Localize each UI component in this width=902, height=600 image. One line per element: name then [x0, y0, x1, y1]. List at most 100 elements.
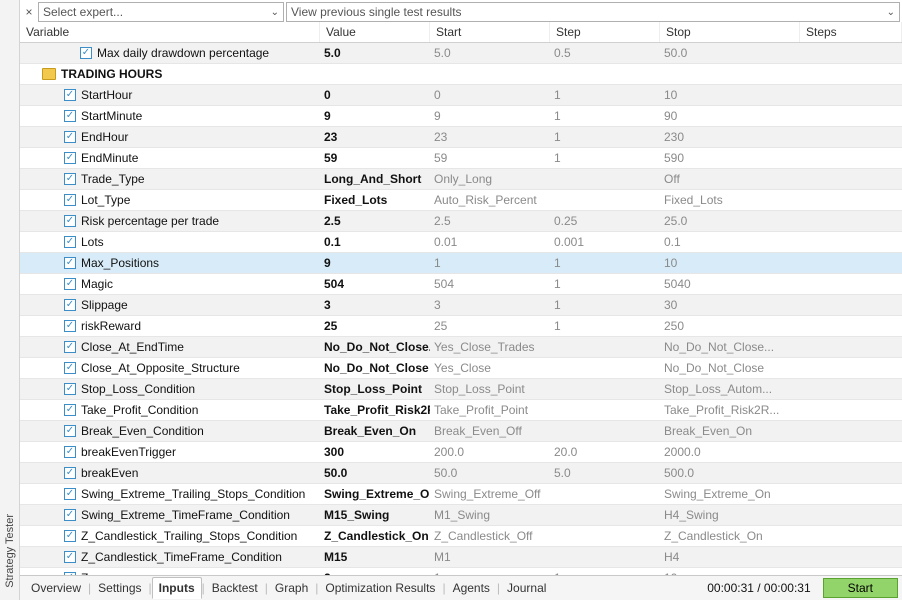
- checkbox[interactable]: ✓: [64, 194, 76, 206]
- tab-settings[interactable]: Settings: [91, 577, 148, 599]
- stop-cell[interactable]: Swing_Extreme_On: [660, 484, 800, 504]
- variable-cell[interactable]: ✓Max daily drawdown percentage: [20, 43, 320, 63]
- table-row[interactable]: ✓EndMinute59591590: [20, 148, 902, 169]
- variable-cell[interactable]: ✓EndHour: [20, 127, 320, 147]
- variable-cell[interactable]: ✓Break_Even_Condition: [20, 421, 320, 441]
- grid-body[interactable]: ✓Max daily drawdown percentage5.05.00.55…: [20, 43, 902, 575]
- value-cell[interactable]: 25: [320, 316, 430, 336]
- step-cell[interactable]: 0.5: [550, 43, 660, 63]
- start-cell[interactable]: 1: [430, 568, 550, 575]
- checkbox[interactable]: ✓: [64, 467, 76, 479]
- table-row[interactable]: ✓Z21110: [20, 568, 902, 575]
- start-cell[interactable]: 9: [430, 106, 550, 126]
- table-row[interactable]: ✓riskReward25251250: [20, 316, 902, 337]
- tab-overview[interactable]: Overview: [24, 577, 88, 599]
- stop-cell[interactable]: Stop_Loss_Autom...: [660, 379, 800, 399]
- start-cell[interactable]: 50.0: [430, 463, 550, 483]
- step-cell[interactable]: [550, 526, 660, 546]
- stop-cell[interactable]: H4: [660, 547, 800, 567]
- step-cell[interactable]: 1: [550, 127, 660, 147]
- step-cell[interactable]: 5.0: [550, 463, 660, 483]
- stop-cell[interactable]: 10: [660, 253, 800, 273]
- table-row[interactable]: ✓breakEven50.050.05.0500.0: [20, 463, 902, 484]
- stop-cell[interactable]: Take_Profit_Risk2R...: [660, 400, 800, 420]
- value-cell[interactable]: Break_Even_On: [320, 421, 430, 441]
- table-row[interactable]: TRADING HOURS: [20, 64, 902, 85]
- stop-cell[interactable]: 5040: [660, 274, 800, 294]
- table-row[interactable]: ✓Stop_Loss_ConditionStop_Loss_PointStop_…: [20, 379, 902, 400]
- table-row[interactable]: ✓Take_Profit_ConditionTake_Profit_Risk2R…: [20, 400, 902, 421]
- expert-dropdown[interactable]: Select expert... ⌄: [38, 2, 284, 22]
- step-cell[interactable]: [550, 358, 660, 378]
- step-cell[interactable]: 0.001: [550, 232, 660, 252]
- stop-cell[interactable]: Z_Candlestick_On: [660, 526, 800, 546]
- start-cell[interactable]: 5.0: [430, 43, 550, 63]
- value-cell[interactable]: Stop_Loss_Point: [320, 379, 430, 399]
- tab-backtest[interactable]: Backtest: [205, 577, 265, 599]
- start-cell[interactable]: Only_Long: [430, 169, 550, 189]
- checkbox[interactable]: ✓: [64, 530, 76, 542]
- stop-cell[interactable]: 30: [660, 295, 800, 315]
- variable-cell[interactable]: ✓Close_At_EndTime: [20, 337, 320, 357]
- table-row[interactable]: ✓Magic50450415040: [20, 274, 902, 295]
- step-cell[interactable]: 1: [550, 106, 660, 126]
- table-row[interactable]: ✓Swing_Extreme_Trailing_Stops_ConditionS…: [20, 484, 902, 505]
- table-row[interactable]: ✓Max_Positions91110: [20, 253, 902, 274]
- value-cell[interactable]: 2: [320, 568, 430, 575]
- previous-results-dropdown[interactable]: View previous single test results ⌄: [286, 2, 900, 22]
- step-cell[interactable]: [550, 379, 660, 399]
- tab-journal[interactable]: Journal: [500, 577, 553, 599]
- variable-cell[interactable]: ✓Magic: [20, 274, 320, 294]
- value-cell[interactable]: 0: [320, 85, 430, 105]
- value-cell[interactable]: 9: [320, 106, 430, 126]
- start-cell[interactable]: Yes_Close_Trades: [430, 337, 550, 357]
- stop-cell[interactable]: Off: [660, 169, 800, 189]
- start-cell[interactable]: 0: [430, 85, 550, 105]
- table-row[interactable]: ✓Z_Candlestick_TimeFrame_ConditionM15M1H…: [20, 547, 902, 568]
- col-value[interactable]: Value: [320, 22, 430, 42]
- value-cell[interactable]: Long_And_Short: [320, 169, 430, 189]
- start-cell[interactable]: M1_Swing: [430, 505, 550, 525]
- table-row[interactable]: ✓Close_At_EndTimeNo_Do_Not_Close...Yes_C…: [20, 337, 902, 358]
- value-cell[interactable]: 3: [320, 295, 430, 315]
- stop-cell[interactable]: 590: [660, 148, 800, 168]
- checkbox[interactable]: ✓: [64, 551, 76, 563]
- variable-cell[interactable]: ✓breakEvenTrigger: [20, 442, 320, 462]
- checkbox[interactable]: ✓: [64, 362, 76, 374]
- stop-cell[interactable]: 10: [660, 85, 800, 105]
- value-cell[interactable]: M15_Swing: [320, 505, 430, 525]
- step-cell[interactable]: [550, 421, 660, 441]
- table-row[interactable]: ✓Break_Even_ConditionBreak_Even_OnBreak_…: [20, 421, 902, 442]
- step-cell[interactable]: 1: [550, 85, 660, 105]
- start-cell[interactable]: 3: [430, 295, 550, 315]
- checkbox[interactable]: ✓: [64, 152, 76, 164]
- variable-cell[interactable]: ✓EndMinute: [20, 148, 320, 168]
- checkbox[interactable]: ✓: [64, 215, 76, 227]
- checkbox[interactable]: ✓: [64, 236, 76, 248]
- start-cell[interactable]: Swing_Extreme_Off: [430, 484, 550, 504]
- variable-cell[interactable]: ✓Risk percentage per trade: [20, 211, 320, 231]
- col-start[interactable]: Start: [430, 22, 550, 42]
- step-cell[interactable]: [550, 337, 660, 357]
- value-cell[interactable]: 9: [320, 253, 430, 273]
- stop-cell[interactable]: 230: [660, 127, 800, 147]
- tab-graph[interactable]: Graph: [268, 577, 315, 599]
- table-row[interactable]: ✓Slippage33130: [20, 295, 902, 316]
- start-cell[interactable]: Yes_Close: [430, 358, 550, 378]
- start-cell[interactable]: M1: [430, 547, 550, 567]
- variable-cell[interactable]: ✓Slippage: [20, 295, 320, 315]
- table-row[interactable]: ✓Trade_TypeLong_And_ShortOnly_LongOff: [20, 169, 902, 190]
- table-row[interactable]: ✓StartMinute99190: [20, 106, 902, 127]
- start-cell[interactable]: Auto_Risk_Percent: [430, 190, 550, 210]
- start-cell[interactable]: Break_Even_Off: [430, 421, 550, 441]
- checkbox[interactable]: ✓: [64, 89, 76, 101]
- step-cell[interactable]: [550, 547, 660, 567]
- checkbox[interactable]: ✓: [64, 404, 76, 416]
- step-cell[interactable]: 1: [550, 568, 660, 575]
- checkbox[interactable]: ✓: [64, 173, 76, 185]
- start-cell[interactable]: 200.0: [430, 442, 550, 462]
- col-step[interactable]: Step: [550, 22, 660, 42]
- step-cell[interactable]: 1: [550, 274, 660, 294]
- start-cell[interactable]: 23: [430, 127, 550, 147]
- value-cell[interactable]: No_Do_Not_Close...: [320, 337, 430, 357]
